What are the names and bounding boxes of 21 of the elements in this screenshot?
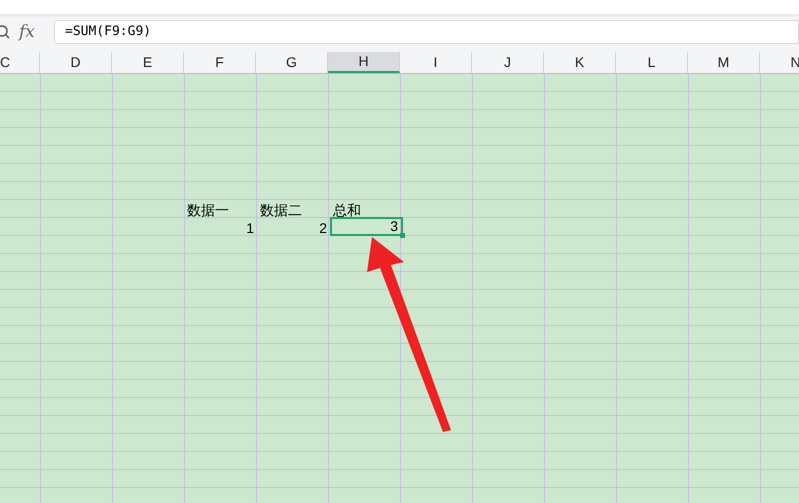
column-header[interactable]: L — [616, 52, 688, 73]
table-cell[interactable]: 数据二 — [257, 199, 330, 218]
table-cell[interactable]: 总和 — [330, 199, 403, 218]
column-header[interactable]: K — [544, 52, 616, 73]
table-cell[interactable]: 2 — [257, 217, 330, 236]
table-cell[interactable]: 数据一 — [184, 199, 257, 218]
fill-handle[interactable] — [400, 233, 405, 238]
column-header[interactable]: C — [0, 52, 40, 73]
table-cell[interactable]: 1 — [184, 217, 257, 236]
column-header[interactable]: H — [328, 52, 400, 73]
formula-input[interactable]: =SUM(F9:G9) — [54, 20, 799, 44]
column-header[interactable]: I — [400, 52, 472, 73]
column-header[interactable]: F — [184, 52, 256, 73]
fx-label[interactable]: fx — [19, 24, 37, 40]
column-header[interactable]: J — [472, 52, 544, 73]
column-header[interactable]: N — [760, 52, 799, 73]
column-header[interactable]: M — [688, 52, 760, 73]
table-cell[interactable]: 3 — [330, 217, 403, 236]
column-header[interactable]: E — [112, 52, 184, 73]
zoom-icon[interactable] — [0, 24, 10, 40]
column-header[interactable]: D — [40, 52, 112, 73]
